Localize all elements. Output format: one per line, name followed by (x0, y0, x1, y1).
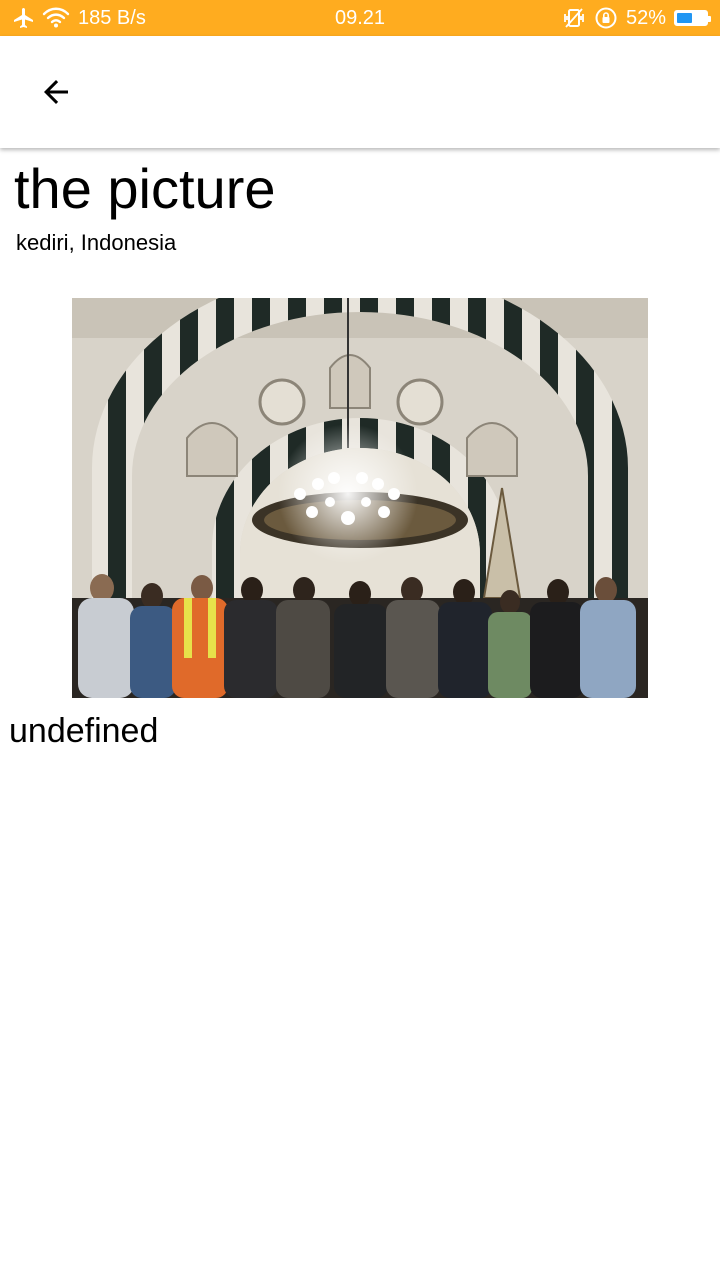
battery-percent: 52% (625, 6, 666, 29)
app-bar (0, 36, 720, 148)
arrow-back-icon (38, 74, 74, 115)
description-text: undefined (9, 712, 159, 750)
vibrate-icon (562, 6, 586, 30)
location-label: kediri, Indonesia (16, 230, 177, 255)
wifi-icon (42, 6, 70, 30)
mosque-photo (72, 298, 648, 698)
page-title: the picture (14, 157, 276, 220)
airplane-icon (12, 6, 36, 30)
network-speed: 185 B/s (78, 6, 146, 29)
battery-level (677, 13, 692, 23)
status-right-group: 52% (562, 0, 711, 36)
back-button[interactable] (28, 66, 84, 122)
rotation-lock-icon (594, 6, 618, 30)
status-bar: 185 B/s 09.21 52% (0, 0, 720, 36)
battery-icon (674, 10, 711, 26)
status-left-group: 185 B/s (12, 0, 146, 36)
